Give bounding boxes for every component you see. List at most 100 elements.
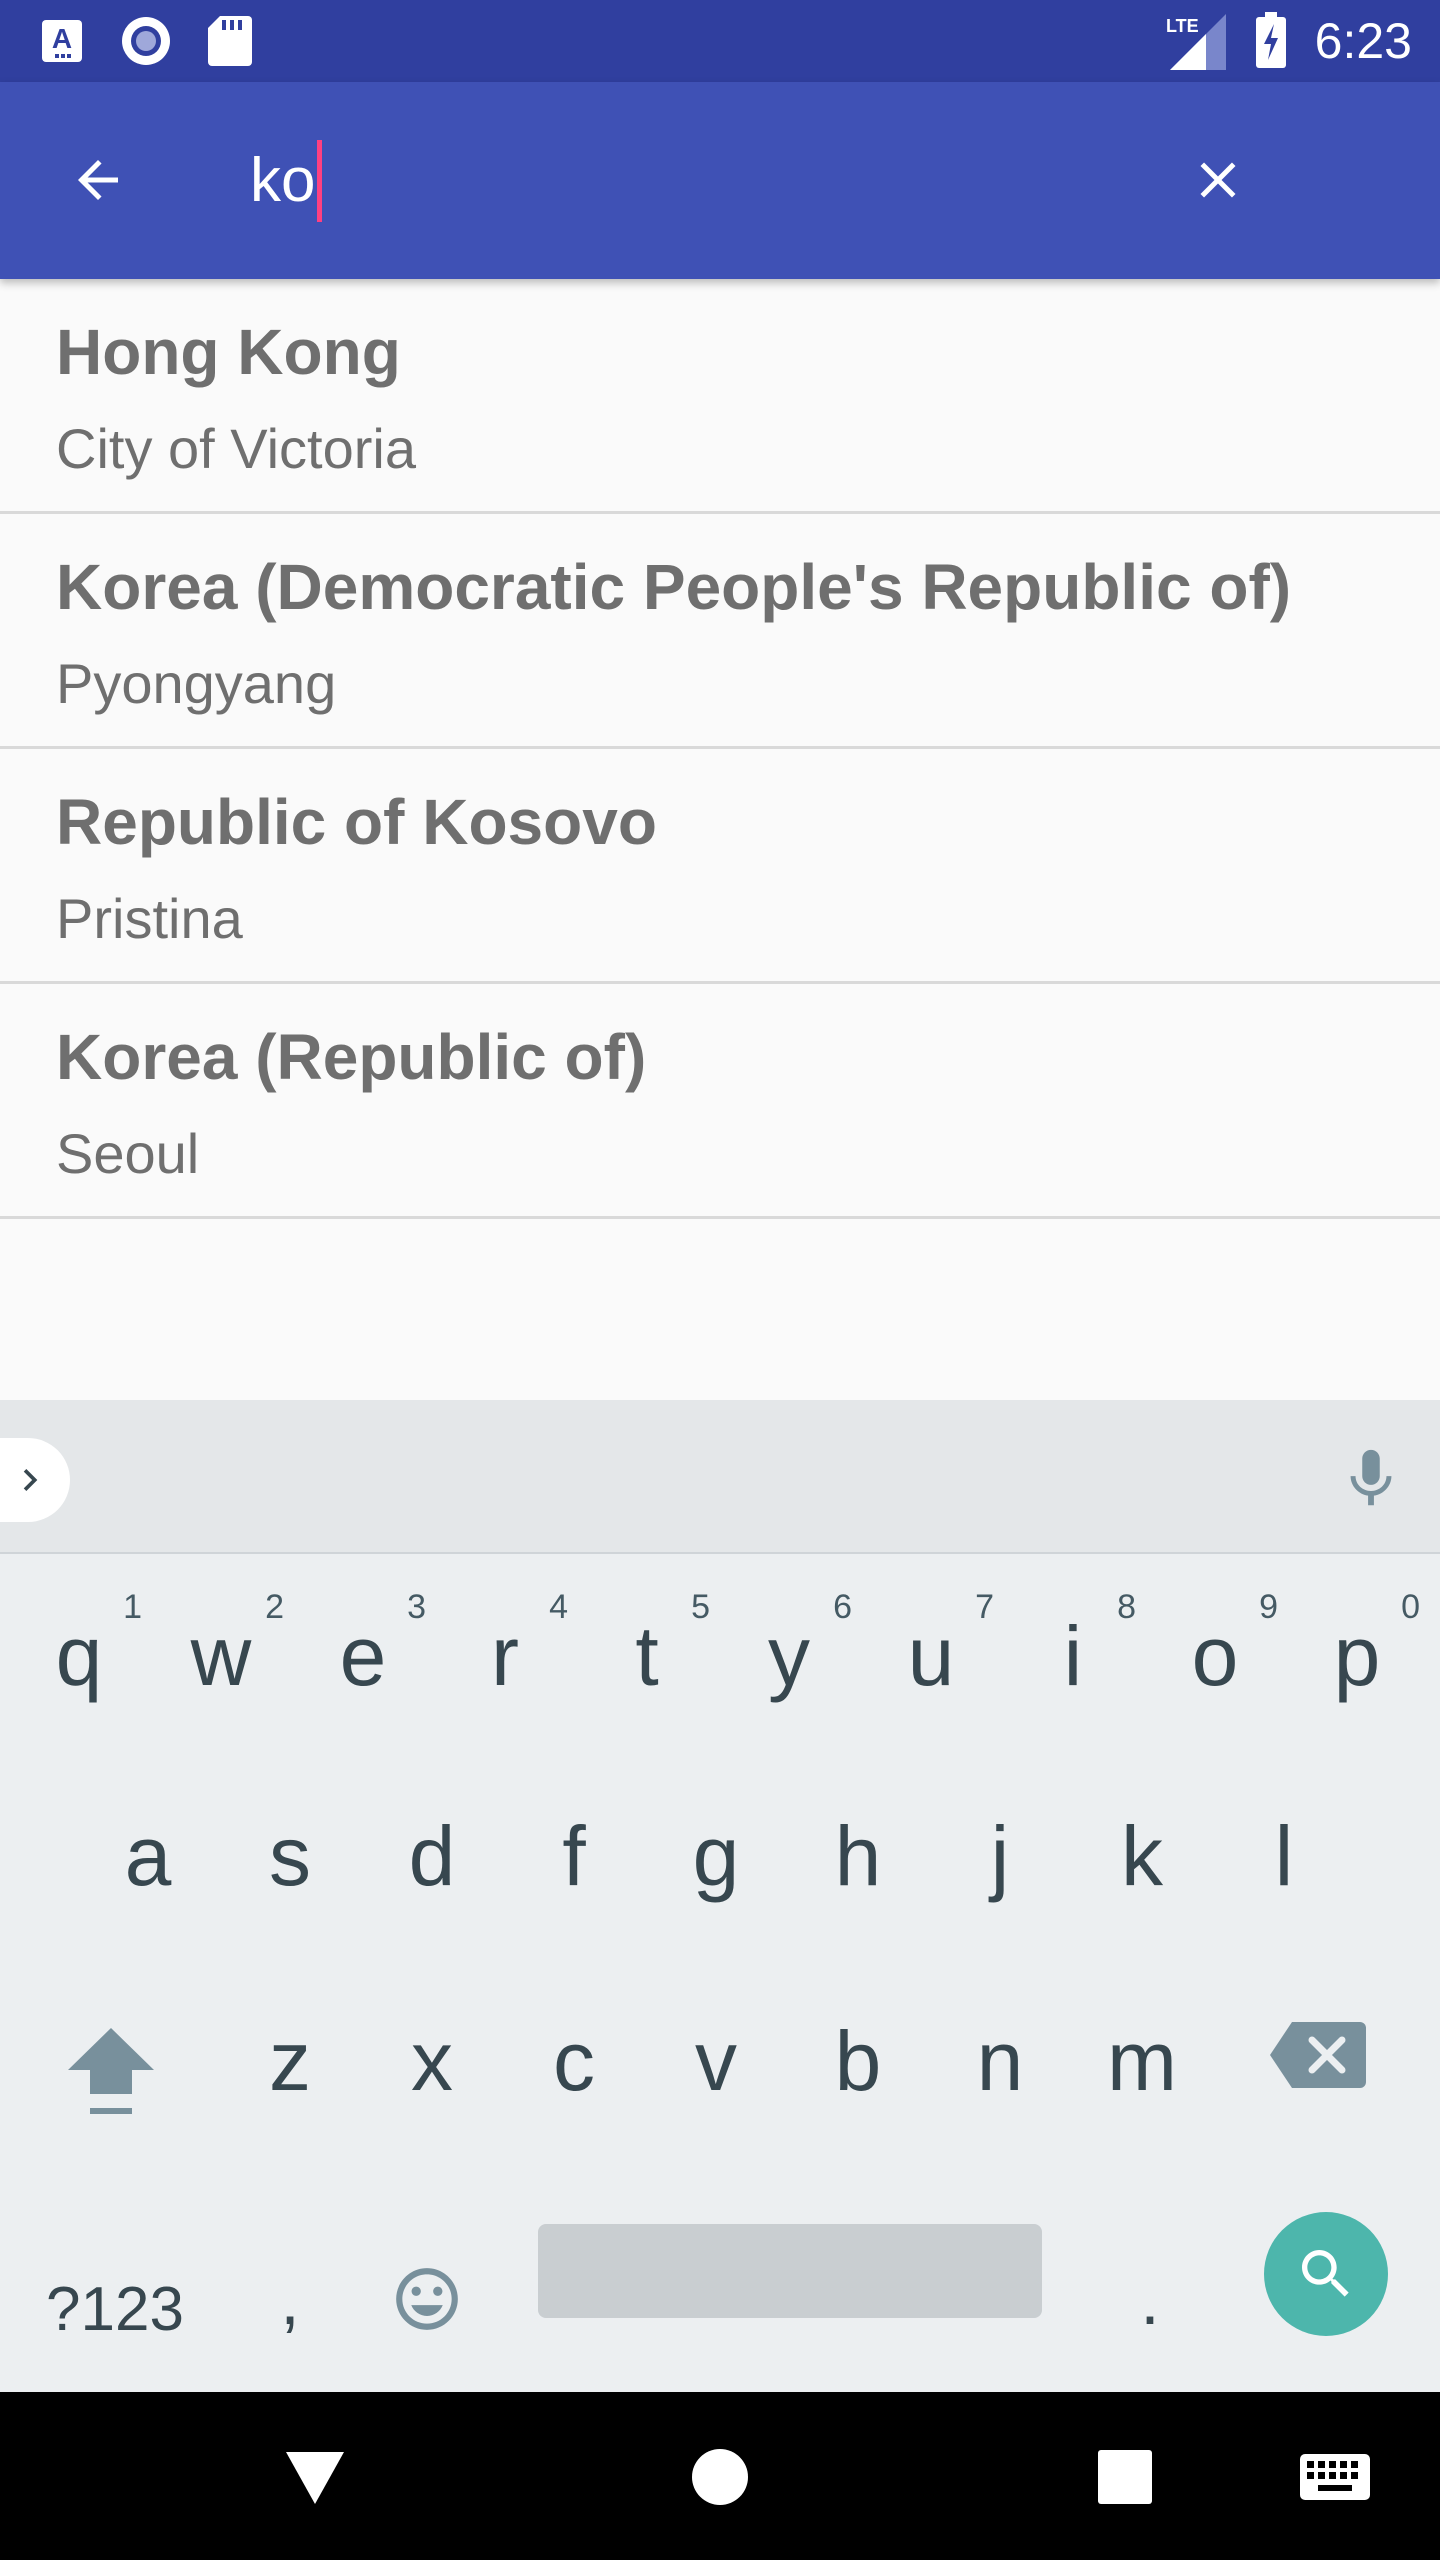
list-item[interactable]: Korea (Republic of) Seoul — [0, 984, 1440, 1219]
key-hint: 2 — [265, 1588, 284, 1626]
key-b[interactable]: b — [787, 1975, 929, 2145]
key-label: x — [411, 2014, 453, 2108]
key-label: a — [124, 1809, 172, 1903]
emoji-key[interactable] — [390, 2262, 480, 2352]
soft-keyboard: q1 w2 e3 r4 t5 y6 u7 i8 o9 p0 a s d f g … — [0, 1400, 1440, 2392]
key-o[interactable]: o9 — [1144, 1570, 1286, 1740]
key-x[interactable]: x — [361, 1975, 503, 2145]
suggestion-strip — [0, 1400, 1440, 1554]
key-hint: 0 — [1401, 1588, 1420, 1626]
space-key[interactable] — [538, 2224, 1042, 2318]
key-hint: 8 — [1117, 1588, 1136, 1626]
capital-name: City of Victoria — [56, 417, 416, 480]
search-icon — [1302, 2250, 1349, 2297]
svg-text:A: A — [52, 23, 72, 54]
key-label: s — [269, 1809, 311, 1903]
backspace-icon — [1270, 2022, 1366, 2088]
nav-recents-button[interactable] — [1080, 2432, 1170, 2522]
mic-icon — [1350, 1449, 1392, 1506]
clear-search-button[interactable] — [1160, 122, 1276, 238]
capital-name: Pyongyang — [56, 652, 337, 715]
search-input-text: ko — [250, 146, 316, 215]
key-g[interactable]: g — [645, 1770, 787, 1940]
shift-key[interactable] — [56, 2020, 166, 2130]
key-label: k — [1121, 1809, 1163, 1903]
key-q[interactable]: q1 — [8, 1570, 150, 1740]
country-name: Hong Kong — [56, 316, 401, 388]
key-s[interactable]: s — [219, 1770, 361, 1940]
key-label: v — [695, 2014, 737, 2108]
key-label: d — [408, 1809, 456, 1903]
country-name: Korea (Republic of) — [56, 1021, 647, 1093]
key-hint: 6 — [833, 1588, 852, 1626]
emoji-icon — [396, 2268, 458, 2330]
key-m[interactable]: m — [1071, 1975, 1213, 2145]
recents-square-icon — [1098, 2450, 1152, 2504]
record-icon — [122, 17, 170, 65]
search-input[interactable]: ko — [250, 140, 1150, 222]
nav-keyboard-switch-button[interactable] — [1290, 2432, 1380, 2522]
key-f[interactable]: f — [503, 1770, 645, 1940]
battery-charging-icon — [1256, 12, 1286, 68]
country-name: Korea (Democratic People's Republic of) — [56, 551, 1292, 623]
back-triangle-icon — [286, 2452, 344, 2504]
key-e[interactable]: e3 — [292, 1570, 434, 1740]
key-j[interactable]: j — [929, 1770, 1071, 1940]
key-c[interactable]: c — [503, 1975, 645, 2145]
backspace-key[interactable] — [1270, 2020, 1380, 2110]
key-hint: 1 — [123, 1588, 142, 1626]
arrow-back-icon — [78, 160, 118, 200]
capital-name: Seoul — [56, 1122, 200, 1185]
key-hint: 5 — [691, 1588, 710, 1626]
comma-key[interactable]: , — [250, 2245, 330, 2355]
signal-icon: LTE — [1166, 14, 1226, 70]
key-label: h — [834, 1809, 882, 1903]
key-label: b — [834, 2014, 882, 2108]
search-action-key[interactable] — [1264, 2212, 1388, 2336]
key-i[interactable]: i8 — [1002, 1570, 1144, 1740]
key-label: f — [562, 1809, 586, 1903]
list-item[interactable]: Korea (Democratic People's Republic of) … — [0, 514, 1440, 749]
symbols-key[interactable]: ?123 — [30, 2255, 200, 2365]
key-y[interactable]: y6 — [718, 1570, 860, 1740]
capital-name: Pristina — [56, 887, 243, 950]
a-accessibility-icon: A — [42, 20, 82, 62]
key-p[interactable]: p0 — [1286, 1570, 1428, 1740]
expand-toolbar-button[interactable] — [0, 1438, 70, 1522]
period-key[interactable]: . — [1110, 2245, 1190, 2355]
country-name: Republic of Kosovo — [56, 786, 657, 858]
key-hint: 9 — [1259, 1588, 1278, 1626]
key-label: l — [1274, 1809, 1294, 1903]
shift-icon — [68, 2028, 154, 2114]
search-app-bar: ko — [0, 82, 1440, 279]
key-label: c — [553, 2014, 595, 2108]
chevron-right-icon — [23, 1469, 38, 1491]
list-item[interactable]: Republic of Kosovo Pristina — [0, 749, 1440, 984]
country-results-list: Hong Kong City of Victoria Korea (Democr… — [0, 279, 1440, 1219]
list-item[interactable]: Hong Kong City of Victoria — [0, 279, 1440, 514]
key-label: g — [692, 1809, 740, 1903]
status-bar: A LTE 6:23 — [0, 0, 1440, 82]
key-label: m — [1107, 2014, 1177, 2108]
key-v[interactable]: v — [645, 1975, 787, 2145]
nav-home-button[interactable] — [675, 2432, 765, 2522]
home-circle-icon — [692, 2449, 748, 2505]
nav-back-button[interactable] — [270, 2432, 360, 2522]
key-h[interactable]: h — [787, 1770, 929, 1940]
key-r[interactable]: r4 — [434, 1570, 576, 1740]
key-label: z — [269, 2014, 311, 2108]
key-n[interactable]: n — [929, 1975, 1071, 2145]
voice-input-button[interactable] — [1336, 1444, 1406, 1514]
key-d[interactable]: d — [361, 1770, 503, 1940]
key-a[interactable]: a — [77, 1770, 219, 1940]
status-time: 6:23 — [1314, 13, 1412, 69]
back-button[interactable] — [40, 122, 156, 238]
key-t[interactable]: t5 — [576, 1570, 718, 1740]
key-l[interactable]: l — [1213, 1770, 1355, 1940]
key-hint: 3 — [407, 1588, 426, 1626]
key-k[interactable]: k — [1071, 1770, 1213, 1940]
key-z[interactable]: z — [219, 1975, 361, 2145]
key-w[interactable]: w2 — [150, 1570, 292, 1740]
key-label: n — [976, 2014, 1024, 2108]
key-u[interactable]: u7 — [860, 1570, 1002, 1740]
